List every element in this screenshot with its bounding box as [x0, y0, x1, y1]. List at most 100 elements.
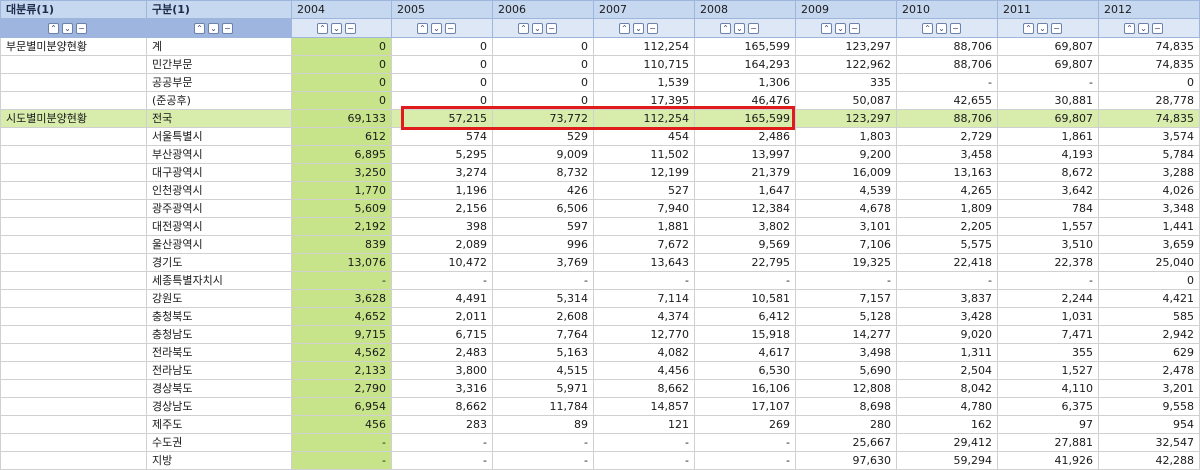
row-subcategory-cell: 대전광역시: [146, 217, 292, 236]
column-header-year[interactable]: 2005: [391, 0, 493, 19]
collapse-icon[interactable]: −: [849, 23, 860, 34]
value-cell: 3,837: [896, 289, 998, 308]
sort-down-icon[interactable]: ⌄: [62, 23, 73, 34]
collapse-icon[interactable]: −: [76, 23, 87, 34]
column-header-year[interactable]: 2006: [492, 0, 594, 19]
value-cell: 1,539: [593, 73, 695, 92]
value-cell: 5,784: [1098, 145, 1200, 164]
value-cell: 12,384: [694, 199, 796, 218]
column-header-subcategory[interactable]: 구분(1): [146, 0, 292, 19]
row-subcategory-cell: 경상남도: [146, 397, 292, 416]
sort-up-icon[interactable]: ⌃: [619, 23, 630, 34]
value-cell: 2,192: [291, 217, 392, 236]
sort-down-icon[interactable]: ⌄: [1138, 23, 1149, 34]
value-cell: 4,026: [1098, 181, 1200, 200]
sort-up-icon[interactable]: ⌃: [1023, 23, 1034, 34]
row-category-cell: [0, 307, 147, 326]
sort-down-icon[interactable]: ⌄: [1037, 23, 1048, 34]
sort-down-icon[interactable]: ⌄: [835, 23, 846, 34]
sort-up-icon[interactable]: ⌃: [48, 23, 59, 34]
collapse-icon[interactable]: −: [950, 23, 961, 34]
column-header-year[interactable]: 2004: [291, 0, 392, 19]
value-cell: 527: [593, 181, 695, 200]
row-subcategory-cell: 울산광역시: [146, 235, 292, 254]
value-cell: 5,295: [391, 145, 493, 164]
collapse-icon[interactable]: −: [445, 23, 456, 34]
table-row: 제주도 456 283 89 121 269 280 162 97 954: [0, 415, 1200, 434]
sort-down-icon[interactable]: ⌄: [633, 23, 644, 34]
value-cell: 2,205: [896, 217, 998, 236]
table-row: 전라남도 2,133 3,800 4,515 4,456 6,530 5,690 2,504 1…: [0, 361, 1200, 380]
column-header-year[interactable]: 2007: [593, 0, 695, 19]
value-cell: 5,971: [492, 379, 594, 398]
value-cell: 2,942: [1098, 325, 1200, 344]
value-cell: 32,547: [1098, 433, 1200, 452]
collapse-icon[interactable]: −: [345, 23, 356, 34]
value-cell: 4,678: [795, 199, 897, 218]
value-cell: -: [795, 271, 897, 290]
column-header-category[interactable]: 대분류(1): [0, 0, 147, 19]
sort-up-icon[interactable]: ⌃: [317, 23, 328, 34]
sort-down-icon[interactable]: ⌄: [936, 23, 947, 34]
value-cell: 6,895: [291, 145, 392, 164]
value-cell: 112,254: [593, 109, 695, 128]
column-header-year[interactable]: 2009: [795, 0, 897, 19]
collapse-icon[interactable]: −: [748, 23, 759, 34]
sort-up-icon[interactable]: ⌃: [720, 23, 731, 34]
sort-up-icon[interactable]: ⌃: [1124, 23, 1135, 34]
value-cell: 2,790: [291, 379, 392, 398]
sort-down-icon[interactable]: ⌄: [331, 23, 342, 34]
collapse-icon[interactable]: −: [546, 23, 557, 34]
sort-up-icon[interactable]: ⌃: [194, 23, 205, 34]
value-cell: 22,418: [896, 253, 998, 272]
sort-down-icon[interactable]: ⌄: [734, 23, 745, 34]
sort-down-icon[interactable]: ⌄: [532, 23, 543, 34]
value-cell: 3,250: [291, 163, 392, 182]
value-cell: 6,954: [291, 397, 392, 416]
value-cell: 27,881: [997, 433, 1099, 452]
value-cell: 574: [391, 127, 493, 146]
value-cell: -: [291, 271, 392, 290]
column-header-year[interactable]: 2012: [1098, 0, 1200, 19]
sort-down-icon[interactable]: ⌄: [431, 23, 442, 34]
collapse-icon[interactable]: −: [1051, 23, 1062, 34]
column-header-year[interactable]: 2010: [896, 0, 998, 19]
collapse-icon[interactable]: −: [647, 23, 658, 34]
row-category-cell: [0, 181, 147, 200]
collapse-icon[interactable]: −: [222, 23, 233, 34]
collapse-icon[interactable]: −: [1152, 23, 1163, 34]
value-cell: 269: [694, 415, 796, 434]
value-cell: 89: [492, 415, 594, 434]
table-row: 인천광역시 1,770 1,196 426 527 1,647 4,539 4,265 3,64…: [0, 181, 1200, 200]
value-cell: 2,608: [492, 307, 594, 326]
sort-down-icon[interactable]: ⌄: [208, 23, 219, 34]
value-cell: 4,539: [795, 181, 897, 200]
value-cell: 5,575: [896, 235, 998, 254]
value-cell: 41,926: [997, 451, 1099, 470]
value-cell: 0: [391, 55, 493, 74]
value-cell: 8,042: [896, 379, 998, 398]
value-cell: 74,835: [1098, 109, 1200, 128]
column-header-year[interactable]: 2008: [694, 0, 796, 19]
sort-up-icon[interactable]: ⌃: [417, 23, 428, 34]
column-sort-controls: ⌃ ⌄ −: [593, 18, 695, 38]
value-cell: 4,265: [896, 181, 998, 200]
value-cell: 12,808: [795, 379, 897, 398]
value-cell: 0: [1098, 271, 1200, 290]
value-cell: 5,690: [795, 361, 897, 380]
row-category-cell: [0, 397, 147, 416]
row-category-cell: [0, 415, 147, 434]
sort-up-icon[interactable]: ⌃: [922, 23, 933, 34]
value-cell: 3,628: [291, 289, 392, 308]
value-cell: 17,107: [694, 397, 796, 416]
value-cell: 12,199: [593, 163, 695, 182]
row-category-cell: [0, 379, 147, 398]
sort-up-icon[interactable]: ⌃: [821, 23, 832, 34]
value-cell: 2,504: [896, 361, 998, 380]
column-header-year[interactable]: 2011: [997, 0, 1099, 19]
value-cell: 21,379: [694, 163, 796, 182]
column-sort-controls: ⌃ ⌄ −: [291, 18, 392, 38]
value-cell: 784: [997, 199, 1099, 218]
value-cell: 1,803: [795, 127, 897, 146]
sort-up-icon[interactable]: ⌃: [518, 23, 529, 34]
